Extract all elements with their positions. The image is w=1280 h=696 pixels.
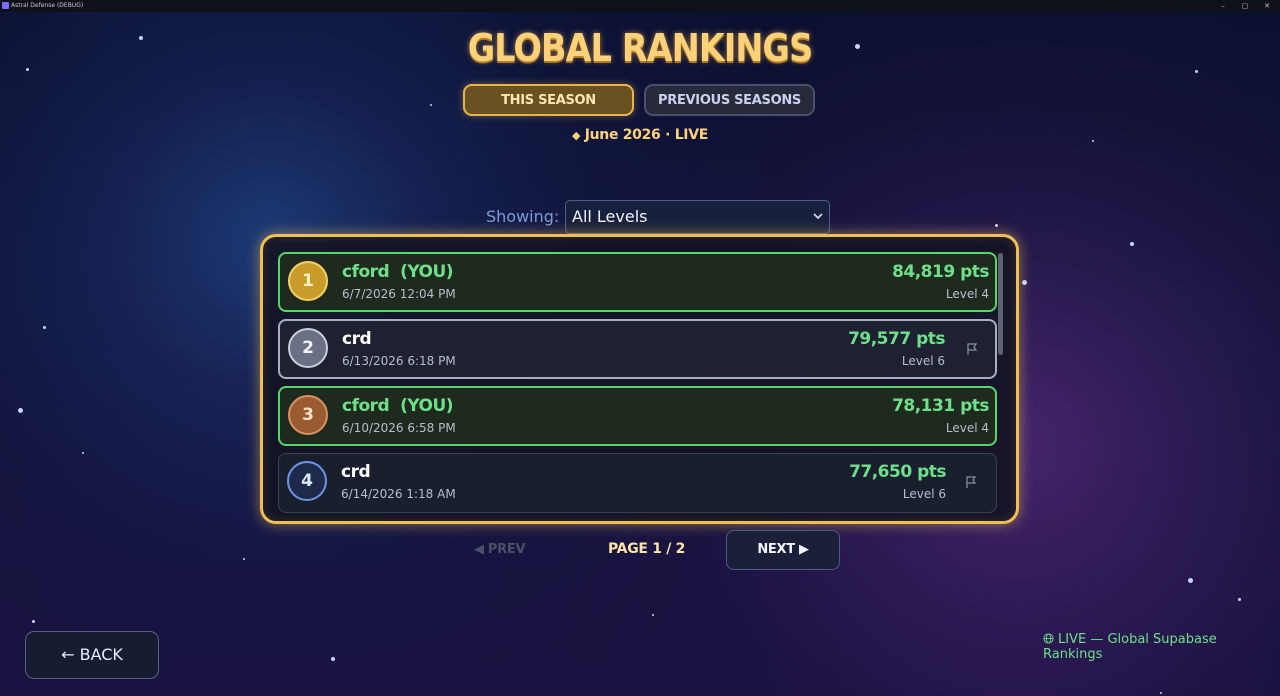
score-level: Level 6 (901, 354, 945, 368)
score-date: 6/14/2026 1:18 AM (341, 487, 456, 501)
player-name: crd (341, 462, 371, 482)
score-level: Level 6 (902, 487, 946, 501)
rank-badge: 4 (287, 461, 327, 501)
score-date: 6/10/2026 6:58 PM (342, 421, 456, 435)
star (43, 326, 46, 329)
window-title: Astral Defense (DEBUG) (11, 2, 84, 9)
star (1188, 578, 1193, 583)
score-points: 79,577 pts (848, 329, 945, 349)
close-button[interactable]: ✕ (1256, 0, 1278, 12)
season-status: LIVE (674, 127, 709, 143)
score-date: 6/7/2026 12:04 PM (342, 287, 456, 301)
player-name: crd (342, 329, 372, 349)
star (652, 614, 654, 616)
score-points: 84,819 pts (892, 262, 989, 282)
star (1022, 280, 1027, 285)
star (430, 104, 432, 106)
star (18, 408, 23, 413)
page-title: GLOBAL RANKINGS (467, 26, 813, 70)
star (331, 657, 335, 661)
star (32, 620, 35, 623)
score-date: 6/13/2026 6:18 PM (342, 354, 456, 368)
app-icon (2, 2, 9, 9)
star (243, 558, 245, 560)
score-level: Level 4 (945, 421, 989, 435)
player-name-text: crd (341, 462, 371, 482)
tab-this-season[interactable]: THIS SEASON (463, 84, 634, 116)
level-filter-select[interactable]: All Levels (565, 200, 830, 234)
report-flag-icon[interactable] (965, 341, 979, 355)
next-page-button[interactable]: NEXT ▶ (726, 530, 840, 570)
season-label: June 2026 (584, 127, 661, 143)
player-name: cford (YOU) (342, 262, 454, 282)
back-button[interactable]: ← BACK (25, 631, 159, 679)
ranking-row: 2 crd 6/13/2026 6:18 PM 79,577 pts Level… (278, 319, 997, 379)
tab-previous-seasons[interactable]: PREVIOUS SEASONS (644, 84, 815, 116)
rankings-panel: 1 cford (YOU) 6/7/2026 12:04 PM 84,819 p… (260, 234, 1019, 524)
filter-label: Showing: (486, 207, 560, 226)
season-separator: · (665, 127, 671, 143)
diamond-icon: ◆ (571, 129, 581, 142)
maximize-button[interactable]: ▢ (1234, 0, 1256, 12)
rankings-scrollbar[interactable] (998, 253, 1003, 355)
you-tag: (YOU) (400, 396, 454, 416)
star (1130, 242, 1134, 246)
window-titlebar: Astral Defense (DEBUG) – ▢ ✕ (0, 0, 1280, 12)
minimize-button[interactable]: – (1212, 0, 1234, 12)
ranking-row: 4 crd 6/14/2026 1:18 AM 77,650 pts Level… (278, 453, 997, 513)
star (995, 224, 998, 227)
star (1195, 70, 1198, 73)
score-level: Level 4 (945, 287, 989, 301)
live-status-note: LIVE — Global Supabase Rankings (1043, 632, 1280, 662)
rank-badge: 1 (288, 261, 328, 301)
ranking-row: 1 cford (YOU) 6/7/2026 12:04 PM 84,819 p… (278, 252, 997, 312)
live-status-text: LIVE — Global Supabase Rankings (1043, 632, 1217, 662)
rank-badge: 3 (288, 395, 328, 435)
player-name-text: cford (342, 396, 390, 416)
ranking-row: 3 cford (YOU) 6/10/2026 6:58 PM 78,131 p… (278, 386, 997, 446)
score-points: 78,131 pts (892, 396, 989, 416)
globe-icon (1043, 632, 1054, 647)
you-tag: (YOU) (400, 262, 454, 282)
prev-page-button[interactable]: ◀ PREV (474, 542, 526, 557)
rank-badge: 2 (288, 328, 328, 368)
page-indicator: PAGE 1 / 2 (608, 541, 686, 557)
player-name: cford (YOU) (342, 396, 454, 416)
season-indicator: ◆ June 2026 · LIVE (0, 127, 1280, 143)
star (26, 68, 29, 71)
player-name-text: crd (342, 329, 372, 349)
star (1238, 598, 1241, 601)
star (1160, 692, 1162, 694)
star (82, 452, 84, 454)
score-points: 77,650 pts (849, 462, 946, 482)
player-name-text: cford (342, 262, 390, 282)
level-filter-value: All Levels (572, 207, 648, 226)
report-flag-icon[interactable] (964, 474, 978, 488)
